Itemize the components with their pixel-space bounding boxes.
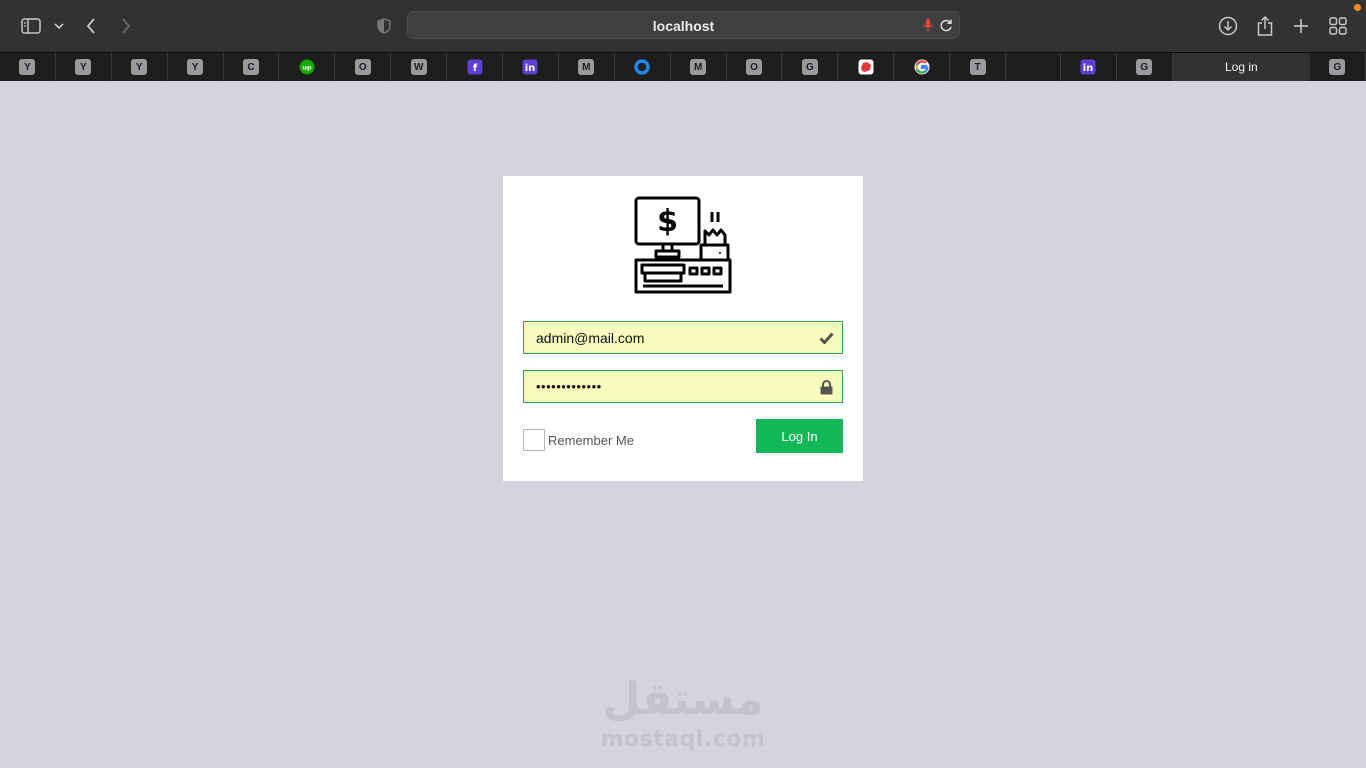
tab-w[interactable]: W <box>391 53 448 81</box>
m-favicon-icon: M <box>690 59 707 75</box>
tab-overview-icon[interactable] <box>1325 13 1351 39</box>
y-favicon-icon: Y <box>187 59 204 75</box>
m-favicon-icon: M <box>578 59 595 75</box>
login-button[interactable]: Log In <box>756 419 843 453</box>
y-favicon-icon: Y <box>75 59 92 75</box>
ring-favicon-icon <box>634 59 650 75</box>
tab-m[interactable]: M <box>671 53 727 81</box>
sidebar-toggle-icon[interactable] <box>18 13 44 39</box>
tab-y[interactable]: Y <box>0 53 56 81</box>
o-favicon-icon: O <box>746 59 763 75</box>
email-field[interactable] <box>523 321 843 354</box>
tab-ring[interactable] <box>615 53 671 81</box>
tab-y[interactable]: Y <box>56 53 112 81</box>
remember-me: Remember Me <box>523 429 634 451</box>
login-card: $ admin@mail.com ••••••••••••• Remember … <box>503 176 863 481</box>
watermark-arabic: مستقل <box>602 674 764 725</box>
svg-text:$: $ <box>657 204 678 239</box>
downloads-icon[interactable] <box>1215 13 1241 39</box>
tab-o[interactable]: O <box>335 53 392 81</box>
c-favicon-icon: C <box>243 59 259 75</box>
o-favicon-icon: O <box>354 59 371 75</box>
address-bar[interactable]: localhost <box>407 11 960 39</box>
email-input[interactable] <box>536 322 806 353</box>
tab-g[interactable]: G <box>782 53 839 81</box>
tab-g[interactable]: G <box>1310 53 1366 81</box>
y-favicon-icon: Y <box>131 59 148 75</box>
t-favicon-icon: T <box>969 59 986 75</box>
red-app-favicon-icon <box>858 59 874 75</box>
remember-me-checkbox[interactable] <box>523 429 545 451</box>
tab-upwork[interactable]: up <box>279 53 336 81</box>
tab-m[interactable]: M <box>559 53 615 81</box>
tab-c[interactable]: C <box>224 53 280 81</box>
reload-icon[interactable] <box>939 18 953 38</box>
tab-facebook[interactable]: f <box>447 53 504 81</box>
checkmark-icon <box>818 330 834 346</box>
tab-linkedin[interactable]: in <box>1061 53 1117 81</box>
remember-me-label: Remember Me <box>548 432 634 448</box>
tab-t[interactable]: T <box>950 53 1007 81</box>
forward-icon[interactable] <box>113 13 139 39</box>
tab-active-log-in[interactable]: Log in <box>1172 53 1310 81</box>
g-favicon-icon: G <box>801 59 818 75</box>
svg-text:up: up <box>302 64 312 72</box>
url-text: localhost <box>652 18 715 34</box>
privacy-shield-icon[interactable] <box>371 13 397 39</box>
svg-text:in: in <box>1083 63 1094 74</box>
tab-y[interactable]: Y <box>112 53 168 81</box>
y-favicon-icon: Y <box>19 59 36 75</box>
w-favicon-icon: W <box>410 59 427 75</box>
chevron-down-icon[interactable] <box>46 13 72 39</box>
lock-icon <box>818 379 834 395</box>
svg-text:f: f <box>472 63 477 74</box>
back-icon[interactable] <box>78 13 104 39</box>
watermark-latin: mostaql.com <box>600 727 766 752</box>
tab-empty <box>1006 53 1061 81</box>
g-favicon-icon: G <box>1329 59 1346 75</box>
password-field[interactable] <box>523 370 843 403</box>
tab-bar: Y Y Y Y Cup O Wf in M M O G Tin G Log in G <box>0 52 1366 81</box>
linkedin-favicon-icon: in <box>522 59 538 75</box>
tab-title: Log in <box>1225 60 1258 74</box>
share-icon[interactable] <box>1252 13 1278 39</box>
watermark: مستقل mostaql.com <box>600 672 766 752</box>
facebook-favicon-icon: f <box>467 59 483 75</box>
recording-indicator <box>1354 4 1361 11</box>
password-input[interactable] <box>536 371 806 402</box>
microphone-icon[interactable] <box>923 18 933 38</box>
google-favicon-icon <box>914 59 930 75</box>
g-favicon-icon: G <box>1136 59 1153 75</box>
tab-linkedin[interactable]: in <box>503 53 559 81</box>
tab-o[interactable]: O <box>727 53 783 81</box>
new-tab-icon[interactable] <box>1288 13 1314 39</box>
browser-toolbar: localhost <box>0 0 1366 52</box>
tab-google[interactable] <box>894 53 951 81</box>
svg-text:in: in <box>525 63 536 74</box>
tab-red-app[interactable] <box>838 53 895 81</box>
tab-g[interactable]: G <box>1117 53 1173 81</box>
upwork-favicon-icon: up <box>299 59 315 75</box>
cash-register-icon: $ <box>634 195 732 300</box>
tab-y[interactable]: Y <box>168 53 224 81</box>
linkedin-favicon-icon: in <box>1080 59 1096 75</box>
